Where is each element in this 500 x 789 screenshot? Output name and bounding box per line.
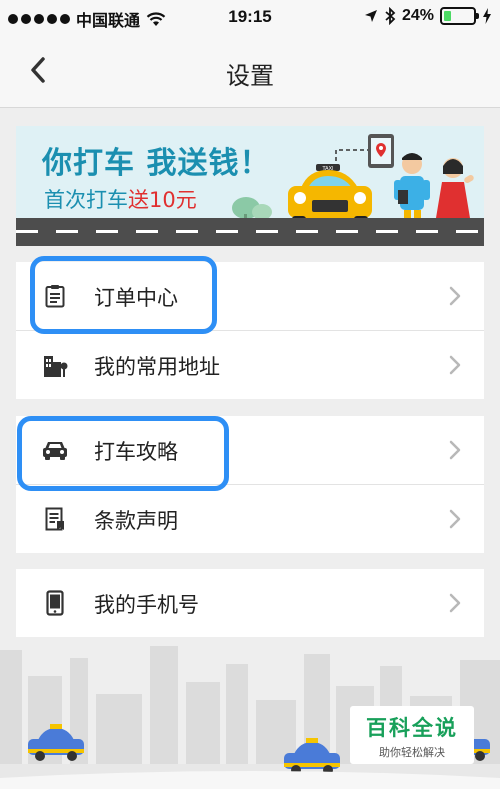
menu-group-3: 我的手机号 bbox=[16, 569, 484, 637]
menu-item-taxi-guide[interactable]: 打车攻略 bbox=[16, 416, 484, 484]
menu-item-label: 订单中心 bbox=[94, 286, 178, 310]
promo-banner[interactable]: 你打车 我送钱！ 首次打车送10元 TAXI bbox=[16, 126, 484, 246]
page-title: 设置 bbox=[226, 62, 274, 90]
watermark-subtitle: 助你轻松解决 bbox=[379, 746, 445, 759]
menu-item-order-center[interactable]: 订单中心 bbox=[16, 262, 484, 330]
signal-strength-icon bbox=[8, 14, 70, 24]
battery-level bbox=[444, 11, 451, 21]
clipboard-icon bbox=[42, 283, 68, 309]
menu-item-label: 打车攻略 bbox=[94, 440, 178, 464]
menu-item-label: 我的常用地址 bbox=[94, 355, 220, 379]
navigation-bar: 设置 bbox=[0, 34, 500, 108]
menu-item-label: 条款声明 bbox=[94, 509, 178, 533]
carrier-label: 中国联通 bbox=[76, 13, 141, 30]
bluetooth-icon bbox=[385, 7, 396, 25]
battery-percent: 24% bbox=[401, 7, 434, 24]
chevron-right-icon bbox=[449, 440, 461, 460]
location-arrow-icon bbox=[364, 10, 377, 22]
chevron-right-icon bbox=[449, 509, 461, 529]
menu-group-2: 打车攻略 条款声明 bbox=[16, 416, 484, 553]
wifi-icon bbox=[146, 12, 166, 26]
menu-group-1: 订单中心 我的常用地址 bbox=[16, 262, 484, 399]
menu-item-phone-number[interactable]: 我的手机号 bbox=[16, 569, 484, 637]
phone-icon bbox=[42, 590, 68, 616]
battery-icon bbox=[440, 7, 479, 25]
back-button[interactable] bbox=[22, 54, 54, 86]
phone-map-icon bbox=[368, 134, 394, 168]
charging-bolt-icon bbox=[483, 8, 491, 24]
status-left: 中国联通 bbox=[8, 7, 166, 31]
status-right: 24% bbox=[364, 7, 492, 25]
menu-item-label: 我的手机号 bbox=[94, 593, 199, 617]
chevron-left-icon bbox=[31, 57, 45, 83]
chevron-right-icon bbox=[449, 286, 461, 306]
watermark-title: 百科全说 bbox=[366, 716, 458, 740]
banner-road bbox=[16, 218, 484, 246]
menu-item-frequent-address[interactable]: 我的常用地址 bbox=[16, 330, 484, 399]
watermark-logo: 百科全说 助你轻松解决 bbox=[350, 706, 474, 764]
document-icon bbox=[42, 506, 68, 532]
building-icon bbox=[42, 352, 68, 378]
chevron-right-icon bbox=[449, 593, 461, 613]
chevron-right-icon bbox=[449, 355, 461, 375]
car-icon bbox=[42, 437, 68, 463]
status-bar: 中国联通 19:15 24% bbox=[0, 0, 500, 34]
menu-item-terms[interactable]: 条款声明 bbox=[16, 484, 484, 553]
